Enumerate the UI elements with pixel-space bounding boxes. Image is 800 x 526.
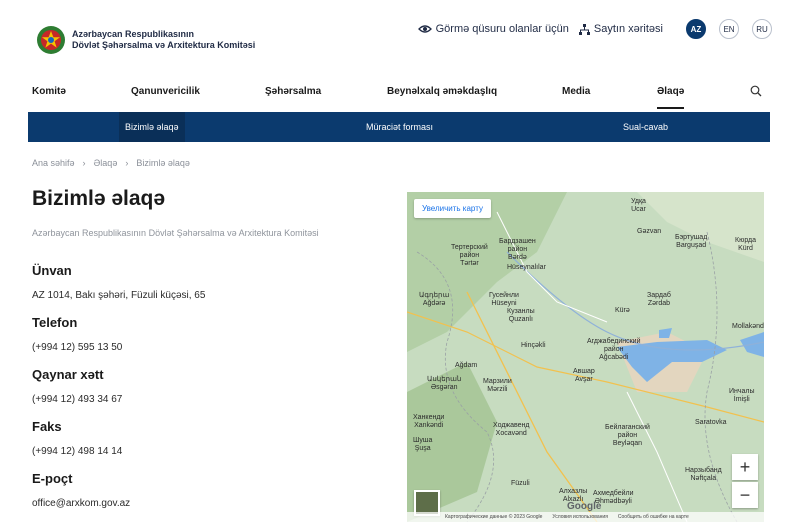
nav-item-komite[interactable]: Komitə <box>32 86 66 97</box>
map-place-label: Ագդերա Ağdərə <box>419 292 450 307</box>
accessibility-label: Görmə qüsuru olanlar üçün <box>435 23 569 35</box>
google-map[interactable]: Увеличить карту Удқа Ucar Gəzvan Бэртушад… <box>407 192 764 522</box>
sitemap-label: Saytın xəritəsi <box>593 23 663 35</box>
map-place-label: Saratovka <box>695 419 727 426</box>
breadcrumb-elaqe[interactable]: Əlaqə <box>94 158 118 168</box>
map-place-label: Бейлаганский район Beyləqan <box>605 424 650 447</box>
breadcrumb: Ana səhifə › Əlaqə › Bizimlə əlaqə <box>32 158 190 168</box>
map-place-label: Mollakənd <box>732 323 764 330</box>
language-az-button[interactable]: AZ <box>686 19 706 39</box>
nav-item-seharsalma[interactable]: Şəhərsalma <box>265 86 321 97</box>
address-label: Ünvan <box>32 263 72 278</box>
map-terms-link[interactable]: Условия использования <box>552 514 608 520</box>
map-place-label: Гусейнли Hüseyni <box>489 292 519 307</box>
zoom-in-button[interactable]: + <box>732 454 758 480</box>
map-place-label: Зардаб Zərdab <box>647 292 671 307</box>
map-data-credit: Картографические данные © 2023 Google <box>445 514 543 520</box>
map-place-label: Ağdam <box>455 362 478 369</box>
emblem-logo[interactable] <box>36 24 66 56</box>
email-value[interactable]: office@arxkom.gov.az <box>32 498 130 509</box>
sitemap-link[interactable]: Saytın xəritəsi <box>578 23 663 35</box>
organization-name-line2: Dövlət Şəhərsalma və Arxitektura Komitəs… <box>72 40 256 50</box>
subnav-item-muraciet-formasi[interactable]: Müraciət forması <box>366 112 433 142</box>
map-place-label: Ханкенди Xankəndi <box>413 414 445 429</box>
map-place-label: Ասկերան Əsgəran <box>427 376 462 391</box>
map-attribution: Картографические данные © 2023 Google Ус… <box>407 512 764 522</box>
hotline-label: Qaynar xətt <box>32 367 104 382</box>
accessibility-link[interactable]: Görmə qüsuru olanlar üçün <box>417 23 569 35</box>
fax-value: (+994 12) 498 14 14 <box>32 446 123 457</box>
map-place-label: Инчалы İmişli <box>729 388 755 403</box>
map-place-label: Марзили Mərzili <box>483 378 512 393</box>
chevron-right-icon: › <box>125 158 129 168</box>
hotline-value[interactable]: (+994 12) 493 34 67 <box>32 394 122 405</box>
page-subtitle: Azərbaycan Respublikasının Dövlət Şəhərs… <box>32 228 319 238</box>
map-place-label: Бэртушад Barguşad <box>675 234 708 249</box>
map-place-label: Удқа Ucar <box>631 198 646 213</box>
map-place-label: Füzuli <box>511 480 530 487</box>
main-navigation: Komitə Qanunvericilik Şəhərsalma Beynəlx… <box>0 80 800 109</box>
nav-item-elaqe[interactable]: Əlaqə <box>657 86 685 109</box>
map-place-label: Агджабединский район Ağcabədi <box>587 338 641 361</box>
map-place-label: Kürə <box>615 307 630 314</box>
phone-value[interactable]: (+994 12) 595 13 50 <box>32 342 122 353</box>
map-place-label: Gəzvan <box>637 228 662 235</box>
site-header: Azərbaycan Respublikasının Dövlət Şəhərs… <box>0 0 800 80</box>
nav-item-qanunvericilik[interactable]: Qanunvericilik <box>131 86 200 97</box>
fax-label: Faks <box>32 419 62 434</box>
subnav-item-bizimle-elaqe[interactable]: Bizimlə əlaqə <box>119 112 185 142</box>
sitemap-icon <box>578 23 590 35</box>
page-title: Bizimlə əlaqə <box>32 187 166 210</box>
email-label: E-poçt <box>32 471 73 486</box>
language-en-button[interactable]: EN <box>719 19 739 39</box>
map-report-link[interactable]: Сообщить об ошибке на карте <box>618 514 689 520</box>
google-logo: Google <box>567 501 602 512</box>
map-place-label: Нарзыбанд Nəftçala <box>685 467 722 482</box>
breadcrumb-home[interactable]: Ana səhifə <box>32 158 75 168</box>
map-place-label: Ходжавенд Xocavənd <box>493 422 530 437</box>
map-place-label: Тертерский район Tərtər <box>451 244 488 267</box>
chevron-right-icon: › <box>82 158 86 168</box>
nav-item-beynelxalq[interactable]: Beynəlxalq əməkdaşlıq <box>387 86 497 97</box>
top-utility-links: Görmə qüsuru olanlar üçün Saytın xəritəs… <box>417 18 772 40</box>
map-place-label: Авшар Avşar <box>573 368 595 383</box>
map-place-label: Hinçəkli <box>521 342 546 349</box>
search-icon[interactable] <box>750 85 762 100</box>
phone-label: Telefon <box>32 315 78 330</box>
map-place-label: Кузанлы Quzanlı <box>507 308 535 323</box>
organization-name: Azərbaycan Respublikasının Dövlət Şəhərs… <box>72 29 255 51</box>
enlarge-map-button[interactable]: Увеличить карту <box>414 199 491 218</box>
sub-navigation: Bizimlə əlaqə Müraciət forması Sual-cava… <box>28 112 770 142</box>
eye-icon <box>417 25 432 33</box>
map-place-label: Бардзашен район Bərdə <box>499 238 536 261</box>
map-place-label: Шуша Şuşa <box>413 437 433 452</box>
map-place-label: Hüseynalılar <box>507 264 546 271</box>
nav-item-media[interactable]: Media <box>562 86 590 97</box>
organization-name-line1: Azərbaycan Respublikasının <box>72 29 195 39</box>
map-place-label: Кюрда Kürd <box>735 237 757 252</box>
address-value: AZ 1014, Bakı şəhəri, Füzuli küçəsi, 65 <box>32 290 206 301</box>
breadcrumb-current: Bizimlə əlaqə <box>136 158 190 168</box>
subnav-item-sual-cavab[interactable]: Sual-cavab <box>623 112 668 142</box>
language-ru-button[interactable]: RU <box>752 19 772 39</box>
zoom-out-button[interactable]: − <box>732 482 758 508</box>
